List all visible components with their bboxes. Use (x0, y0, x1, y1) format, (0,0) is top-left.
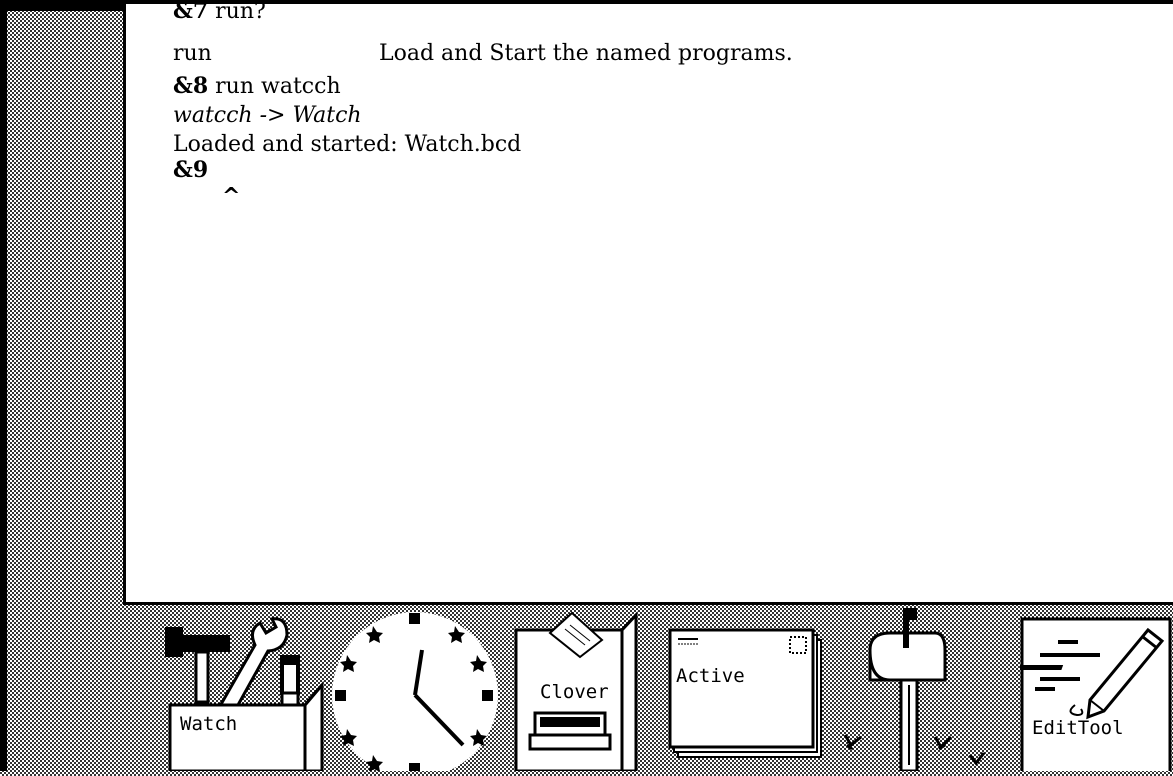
command-text: run watcch (208, 74, 341, 99)
icon-tray: Watch Clover Active EditTool (0, 605, 1173, 776)
file-drawer-icon[interactable]: Clover (510, 605, 645, 773)
prompt: &9 (173, 157, 209, 183)
command-text: run? (208, 0, 266, 24)
command-line: &7 run? (173, 0, 266, 24)
icon-label: Watch (180, 713, 238, 735)
executive-window[interactable]: &7 run? run Load and Start the named prog… (123, 0, 1173, 605)
toolbox-icon[interactable]: Watch (160, 605, 325, 773)
prompt: &7 (173, 0, 209, 24)
icon-label: Clover (540, 681, 609, 703)
icon-label: EditTool (1032, 717, 1124, 739)
document-pencil-icon[interactable]: EditTool (1011, 605, 1173, 776)
command-name: run (173, 41, 212, 66)
prompt: &8 (173, 73, 209, 99)
spelling-correction: watcch -> Watch (173, 103, 362, 128)
command-description: Load and Start the named programs. (379, 41, 793, 66)
mailbox-icon[interactable] (835, 605, 995, 773)
icon-label: Active (676, 665, 745, 687)
command-line[interactable]: &9 (173, 157, 208, 183)
status-line: Loaded and started: Watch.bcd (173, 132, 522, 157)
command-line: &8 run watcch (173, 73, 341, 99)
help-line: run Load and Start the named programs. (173, 41, 793, 66)
clock-icon[interactable] (325, 605, 505, 776)
envelope-icon[interactable]: Active (668, 605, 826, 771)
text-caret: ^ (222, 184, 241, 209)
